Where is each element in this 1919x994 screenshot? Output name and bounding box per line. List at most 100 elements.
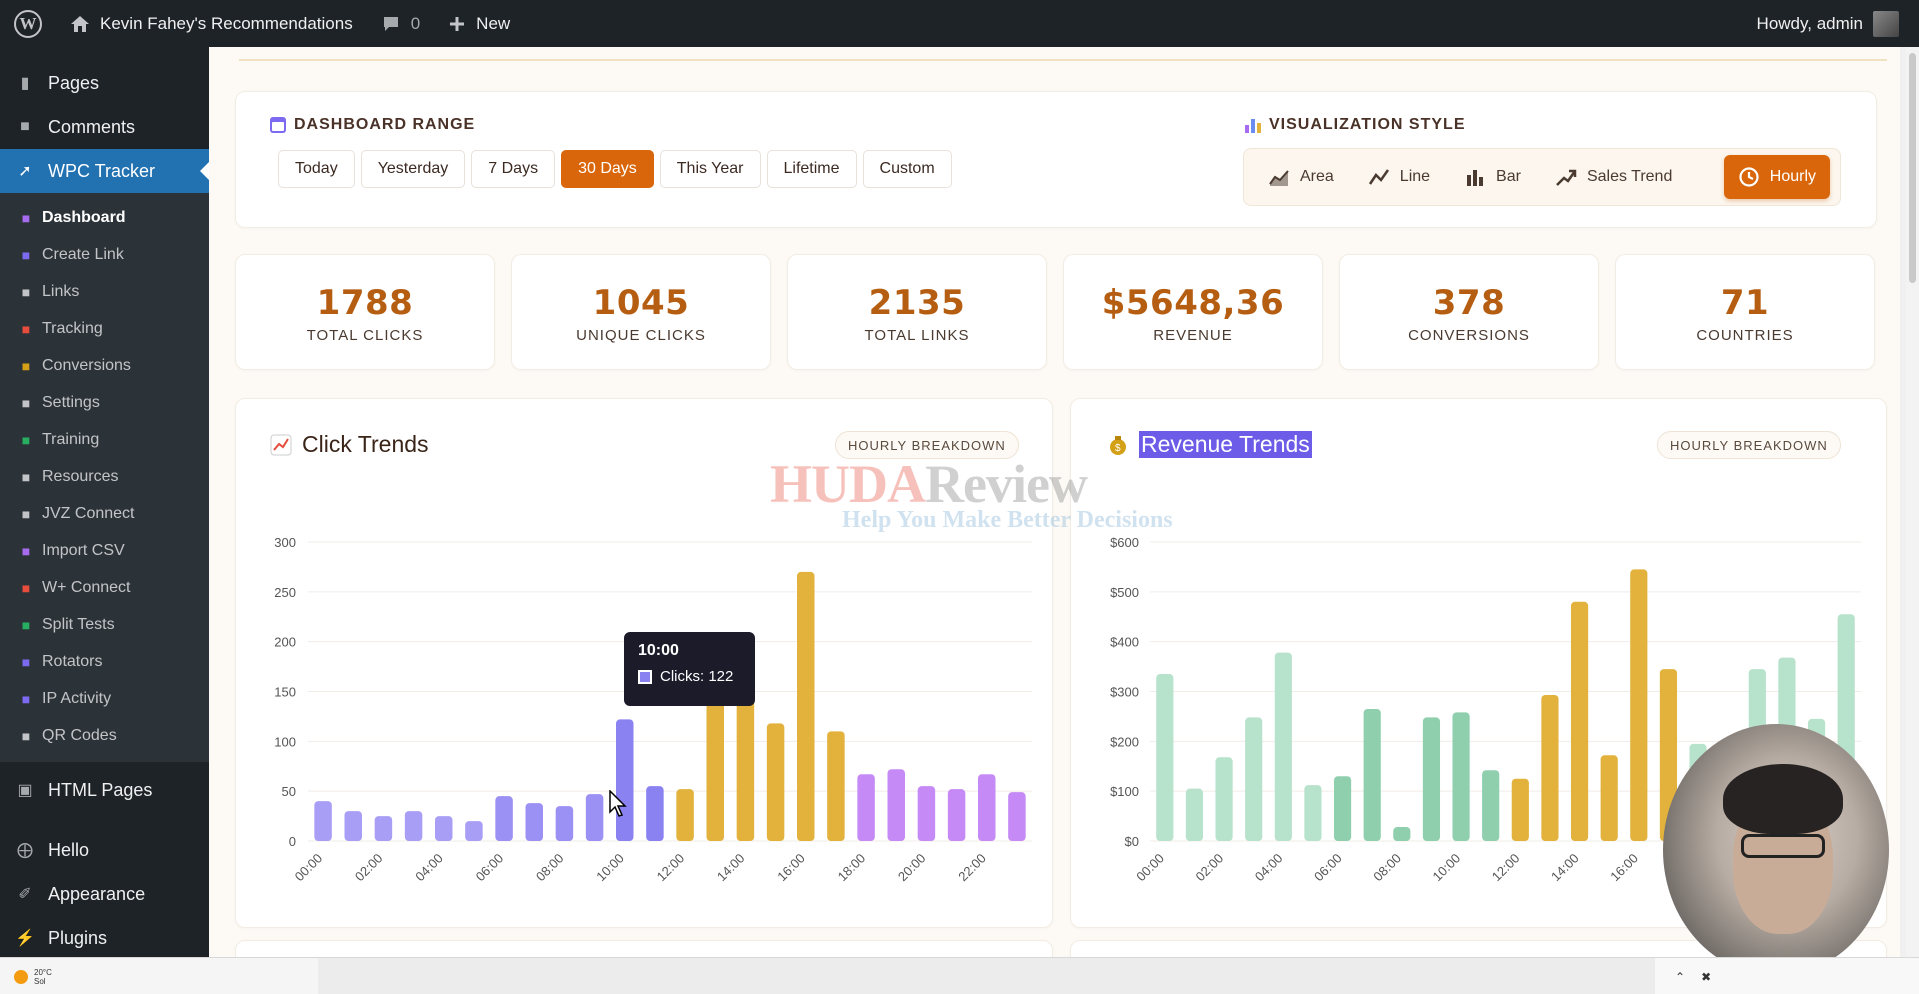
chevron-up-icon[interactable]: ⌃ [1675,970,1685,984]
menu-appearance[interactable]: ✐ Appearance [0,872,209,916]
menu-pages[interactable]: ▮ Pages [0,61,209,105]
range-button-yesterday[interactable]: Yesterday [360,150,466,188]
bar-13:00[interactable] [1541,694,1559,841]
range-button-this-year[interactable]: This Year [659,150,761,188]
viz-button-line[interactable]: Line [1354,155,1444,199]
site-name-link[interactable]: Kevin Fahey's Recommendations [56,0,367,47]
wp-logo-menu[interactable]: W [0,0,56,47]
menu-hello[interactable]: ⨁ Hello [0,828,209,872]
weather-widget[interactable]: 20°C Sol [0,958,318,994]
viz-button-hourly[interactable]: Hourly [1723,155,1830,199]
bar-01:00[interactable] [1185,788,1204,841]
hourly-icon [1739,167,1759,187]
sidebar-item-import-csv[interactable]: ■ Import CSV [0,532,209,569]
bar-10:00[interactable] [1452,712,1470,841]
bar-14:00[interactable] [736,696,755,841]
bar-02:00[interactable] [1215,757,1233,841]
tray-app-icon[interactable]: ✖ [1701,970,1711,984]
sidebar-item-qr-codes[interactable]: ■ QR Codes [0,717,209,754]
comments-link[interactable]: 0 [367,0,434,47]
menu-html-pages[interactable]: ▣ HTML Pages [0,768,209,812]
stat-card-total-links: 2135 TOTAL LINKS [787,254,1047,370]
bar-01:00[interactable] [344,811,362,841]
book-icon: ■ [21,431,31,448]
sidebar-item-resources[interactable]: ■ Resources [0,458,209,495]
range-button-today[interactable]: Today [278,150,355,188]
bar-08:00[interactable] [555,806,574,841]
bar-23:00[interactable] [1008,792,1026,841]
sidebar-item-label: Import CSV [42,541,125,559]
target-icon: ■ [21,320,31,337]
bar-04:00[interactable] [435,816,453,841]
y-tick-label: $0 [1125,834,1139,849]
menu-label: Plugins [48,927,108,948]
bar-15:00[interactable] [1600,755,1618,841]
menu-wpc-tracker[interactable]: ➚ WPC Tracker [0,149,209,193]
lower-card-left [235,940,1053,957]
bar-08:00[interactable] [1393,827,1411,841]
bar-19:00[interactable] [887,769,905,841]
stat-card-total-clicks: 1788 TOTAL CLICKS [235,254,495,370]
bar-07:00[interactable] [525,803,543,841]
sidebar-item-rotators[interactable]: ■ Rotators [0,643,209,680]
pages-icon: ▮ [20,75,30,92]
bar-02:00[interactable] [374,816,393,841]
sidebar-item-links[interactable]: ■ Links [0,273,209,310]
viz-button-area[interactable]: Area [1254,155,1348,199]
bar-12:00[interactable] [1511,778,1529,841]
range-button-30-days[interactable]: 30 Days [561,150,654,188]
menu-plugins[interactable]: ⚡ Plugins [0,916,209,957]
bar-16:00[interactable] [797,571,815,841]
viz-button-bar[interactable]: Bar [1450,155,1535,199]
menu-comments[interactable]: ■ Comments [0,105,209,149]
bar-16:00[interactable] [1630,569,1648,841]
x-tick-label: 10:00 [1430,851,1464,885]
bar-03:00[interactable] [1245,717,1263,841]
bar-03:00[interactable] [404,811,423,841]
range-button-custom[interactable]: Custom [862,150,952,188]
scrollbar-thumb[interactable] [1909,53,1916,283]
range-button-7-days[interactable]: 7 Days [471,150,556,188]
viz-button-sales-trend[interactable]: Sales Trend [1541,155,1686,199]
pencil-icon: ■ [21,616,31,633]
bar-20:00[interactable] [917,786,936,841]
bar-18:00[interactable] [857,774,875,841]
sidebar-item-training[interactable]: ■ Training [0,421,209,458]
sidebar-item-split-tests[interactable]: ■ Split Tests [0,606,209,643]
bar-11:00[interactable] [1482,770,1500,841]
sidebar-item-create-link[interactable]: ■ Create Link [0,236,209,273]
bar-00:00[interactable] [1156,674,1174,841]
range-button-lifetime[interactable]: Lifetime [766,150,857,188]
sidebar-item-tracking[interactable]: ■ Tracking [0,310,209,347]
sidebar-item-settings[interactable]: ■ Settings [0,384,209,421]
stat-value: 2135 [868,283,966,323]
link-icon: ■ [21,283,31,300]
sidebar-item-ip-activity[interactable]: ■ IP Activity [0,680,209,717]
bar-09:00[interactable] [585,794,604,841]
bar-05:00[interactable] [465,821,483,841]
bar-07:00[interactable] [1363,708,1381,841]
sidebar-item-dashboard[interactable]: ■ Dashboard [0,199,209,236]
bar-17:00[interactable] [827,731,845,841]
bar-12:00[interactable] [676,789,694,841]
bar-11:00[interactable] [646,786,664,841]
sidebar-item-conversions[interactable]: ■ Conversions [0,347,209,384]
bar-14:00[interactable] [1570,601,1589,841]
bar-00:00[interactable] [314,801,332,841]
bar-22:00[interactable] [978,774,996,841]
bar-04:00[interactable] [1274,652,1292,841]
bar-21:00[interactable] [947,789,966,841]
bar-15:00[interactable] [766,723,785,841]
bar-09:00[interactable] [1422,717,1441,841]
x-tick-label: 02:00 [1193,851,1227,885]
bar-06:00[interactable] [495,796,513,841]
page-scrollbar[interactable] [1906,47,1919,957]
new-content-menu[interactable]: New [434,0,524,47]
bar-10:00[interactable] [616,719,634,841]
bar-05:00[interactable] [1304,785,1322,841]
sidebar-item-jvz-connect[interactable]: ■ JVZ Connect [0,495,209,532]
viz-button-label: Line [1399,168,1431,185]
bar-06:00[interactable] [1333,776,1352,841]
account-menu[interactable]: Howdy, admin [1743,0,1919,47]
sidebar-item-w-connect[interactable]: ■ W+ Connect [0,569,209,606]
